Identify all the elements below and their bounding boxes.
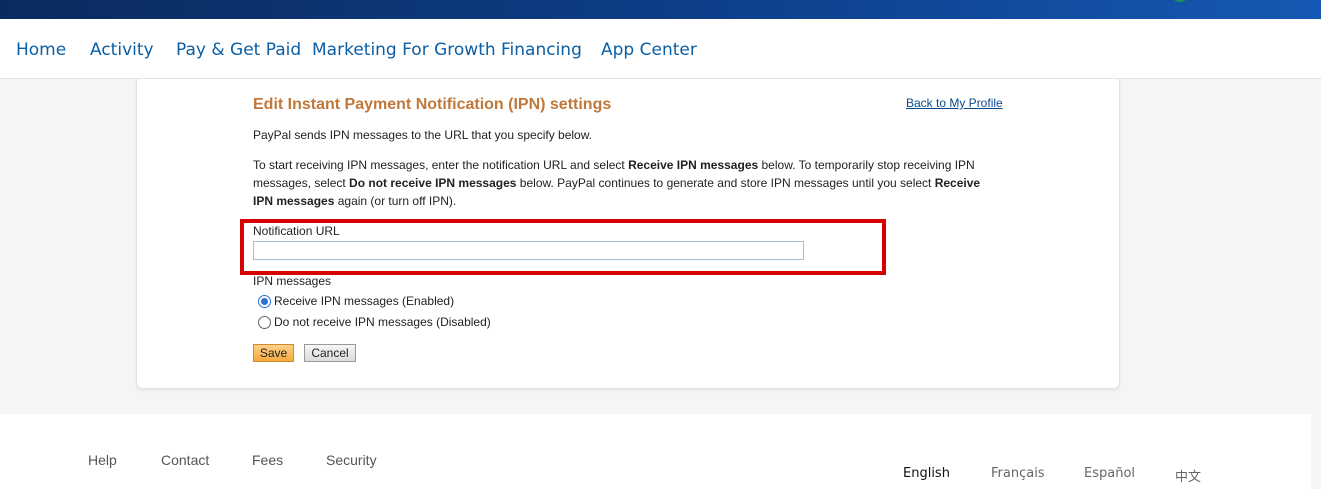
footer-link-help[interactable]: Help [88, 452, 117, 468]
back-to-profile-link[interactable]: Back to My Profile [906, 96, 1003, 110]
footer-link-security[interactable]: Security [326, 452, 377, 468]
nav-activity[interactable]: Activity [90, 40, 154, 60]
radio-do-not-receive-ipn-label: Do not receive IPN messages (Disabled) [274, 315, 491, 329]
nav-pay-and-get-paid[interactable]: Pay & Get Paid [176, 40, 301, 60]
status-dot-icon [1170, 0, 1190, 2]
radio-receive-ipn-label: Receive IPN messages (Enabled) [274, 294, 455, 308]
instructions-text: To start receiving IPN messages, enter t… [253, 158, 981, 208]
intro-text: PayPal sends IPN messages to the URL tha… [253, 128, 593, 142]
nav-app-center[interactable]: App Center [601, 40, 697, 60]
nav-marketing-for-growth[interactable]: Marketing For Growth [312, 40, 496, 60]
footer-link-contact[interactable]: Contact [161, 452, 209, 468]
cancel-button[interactable]: Cancel [304, 344, 356, 362]
footer-link-fees[interactable]: Fees [252, 452, 283, 468]
language-espanol[interactable]: Español [1084, 466, 1135, 481]
nav-home[interactable]: Home [16, 40, 66, 60]
notification-url-label: Notification URL [253, 224, 340, 238]
radio-checked-icon[interactable] [258, 294, 271, 308]
language-francais[interactable]: Français [991, 466, 1045, 481]
language-english[interactable]: English [903, 466, 950, 481]
main-navigation: Home Activity Pay & Get Paid Marketing F… [0, 19, 1321, 79]
radio-do-not-receive-ipn[interactable]: Do not receive IPN messages (Disabled) [258, 314, 491, 330]
page-title: Edit Instant Payment Notification (IPN) … [253, 96, 612, 113]
nav-financing[interactable]: Financing [501, 40, 582, 60]
save-button[interactable]: Save [253, 344, 294, 362]
radio-receive-ipn[interactable]: Receive IPN messages (Enabled) [258, 293, 454, 309]
top-brand-bar [0, 0, 1321, 19]
notification-url-input[interactable] [253, 241, 804, 260]
language-chinese[interactable]: 中文 [1175, 466, 1201, 485]
radio-unchecked-icon[interactable] [258, 315, 271, 329]
ipn-messages-label: IPN messages [253, 274, 332, 288]
